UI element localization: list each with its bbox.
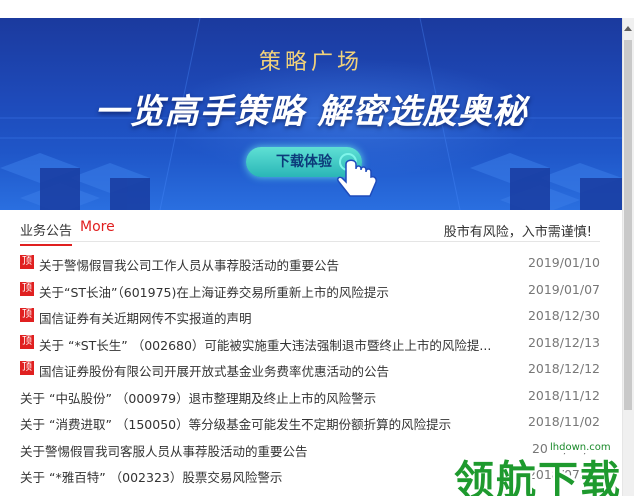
scroll-up-arrow-icon[interactable] (622, 22, 634, 36)
notice-tabs: 业务公告 More 股市有风险，入市需谨慎! (20, 214, 600, 246)
notice-row[interactable]: 顶 国信证券股份有限公司开展开放式基金业务费率优惠活动的公告 2018/12/1… (20, 356, 600, 383)
notice-title[interactable]: 关于 “*ST长生” （002680）可能被实施重大违法强制退市暨终止上市的风险… (39, 335, 491, 354)
more-link[interactable]: More (80, 219, 115, 235)
watermark-logo: 领航下载 (454, 458, 622, 496)
pinned-badge: 顶 (20, 255, 34, 269)
pinned-badge: 顶 (20, 281, 34, 296)
notice-date: 2018/12/13 (527, 334, 600, 350)
notice-title[interactable]: 关于 “消费进取” （150050）等分级基金可能发生不定期份额折算的风险提示 (20, 414, 451, 433)
notice-title[interactable]: 关于警惕假冒我公司工作人员从事荐股活动的重要公告 (39, 255, 339, 274)
notice-date: 2019/01/10 (527, 255, 600, 270)
notice-title[interactable]: 国信证券有关近期网传不实报道的声明 (39, 308, 252, 327)
pinned-badge: 顶 (20, 308, 34, 322)
pinned-badge: 顶 (20, 334, 34, 349)
notice-row[interactable]: 顶 关于“ST长油”（601975)在上海证券交易所重新上市的风险提示 2019… (20, 277, 600, 304)
notice-title[interactable]: 关于警惕假冒我司客服人员从事荐股活动的重要公告 (20, 441, 308, 460)
scrollbar-thumb[interactable] (624, 40, 632, 410)
notice-row[interactable]: 关于 “中弘股份” （000979）退市整理期及终止上市的风险警示 2018/1… (20, 383, 600, 410)
notice-title[interactable]: 关于 “中弘股份” （000979）退市整理期及终止上市的风险警示 (20, 388, 376, 407)
pinned-badge: 顶 (20, 361, 34, 375)
promo-banner[interactable]: 策略广场 一览高手策略 解密选股奥秘 下载体验 (0, 18, 622, 210)
banner-title: 一览高手策略 解密选股奥秘 (94, 92, 528, 132)
notice-date: 2018/11/12 (527, 387, 600, 403)
tab-business-notices[interactable]: 业务公告 (20, 220, 73, 246)
notice-row[interactable]: 关于 “消费进取” （150050）等分级基金可能发生不定期份额折算的风险提示 … (20, 409, 600, 436)
risk-notice: 股市有风险，入市需谨慎! (443, 225, 592, 240)
notice-title[interactable]: 国信证券股份有限公司开展开放式基金业务费率优惠活动的公告 (39, 361, 389, 380)
notice-title[interactable]: 关于 “*雅百特” （002323）股票交易风险警示 (20, 467, 282, 486)
notice-title[interactable]: 关于“ST长油”（601975)在上海证券交易所重新上市的风险提示 (39, 282, 389, 301)
banner-subtitle: 策略广场 (258, 50, 363, 75)
notice-date: 2018/12/30 (527, 308, 600, 323)
notice-date: 2018/12/12 (527, 361, 600, 376)
hand-pointer-icon (337, 153, 377, 197)
top-strip (0, 0, 634, 18)
notice-row[interactable]: 顶 关于警惕假冒我公司工作人员从事荐股活动的重要公告 2019/01/10 (20, 250, 600, 277)
notice-row[interactable]: 顶 国信证券有关近期网传不实报道的声明 2018/12/30 (20, 303, 600, 330)
notice-date: 2019/01/07 (527, 281, 600, 297)
notice-row[interactable]: 顶 关于 “*ST长生” （002680）可能被实施重大违法强制退市暨终止上市的… (20, 330, 600, 357)
notice-date: 2018/11/02 (527, 414, 600, 429)
